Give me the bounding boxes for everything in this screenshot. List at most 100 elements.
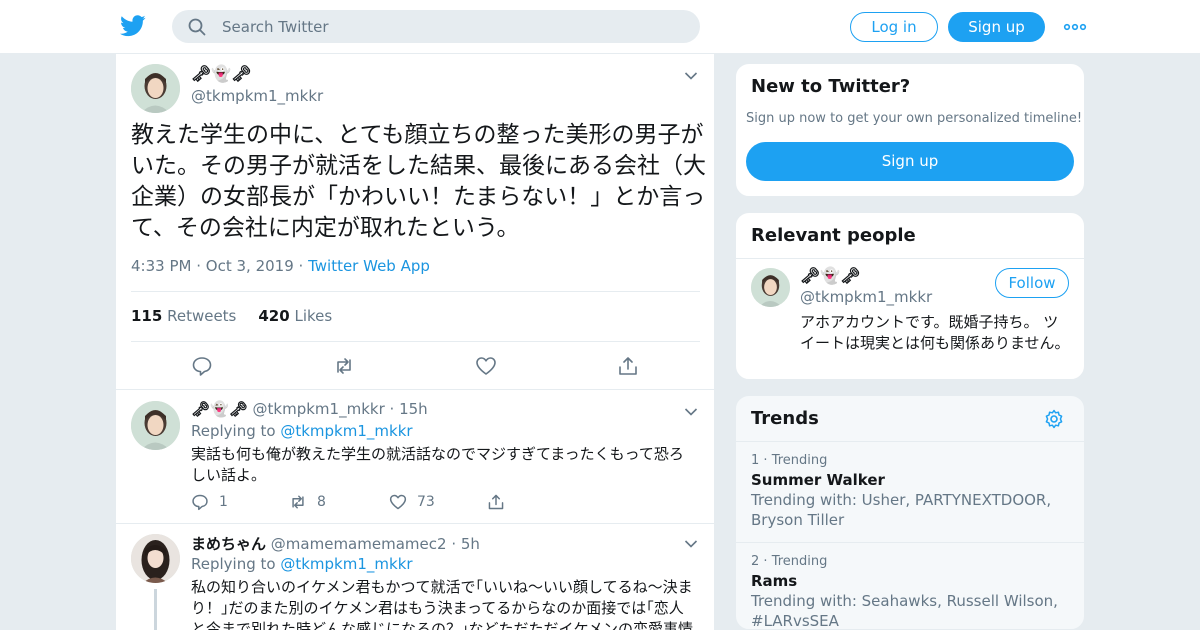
trend-with: Trending with: Usher, PARTYNEXTDOOR, Bry… xyxy=(751,491,1052,529)
reply-action-share[interactable] xyxy=(487,493,505,511)
new-to-twitter-card: New to Twitter? Sign up now to get your … xyxy=(735,63,1085,197)
avatar[interactable] xyxy=(131,401,180,450)
trends-title: Trends xyxy=(751,408,819,429)
tweet-source-link[interactable]: Twitter Web App xyxy=(308,257,430,275)
more-dots-icon[interactable] xyxy=(1063,18,1087,36)
meta-separator: · xyxy=(451,535,457,553)
new-to-twitter-subtitle: Sign up now to get your own personalized… xyxy=(746,111,1083,126)
reply-icon[interactable] xyxy=(191,355,213,377)
twitter-logo-icon[interactable] xyxy=(120,14,146,38)
reply-text: 私の知り合いのイケメン君もかつて就活で｢いいね〜いい顔してるね〜決まり！｣だのま… xyxy=(191,578,694,630)
login-button[interactable]: Log in xyxy=(850,12,938,42)
chevron-down-icon[interactable] xyxy=(684,539,698,549)
thread-line xyxy=(154,589,157,630)
reply-time[interactable]: 5h xyxy=(461,535,480,553)
reply-author-name[interactable]: まめちゃん xyxy=(191,535,266,553)
person-bio: アホアカウントです。既婚子持ち。 ツイートは現実とは何も関係ありません。 xyxy=(800,313,1070,352)
search-icon xyxy=(188,18,206,36)
avatar-image xyxy=(751,268,790,307)
avatar-image xyxy=(131,64,180,113)
reply-header: まめちゃん @mamemamemamec2 · 5h xyxy=(191,533,480,554)
avatar[interactable] xyxy=(131,64,180,113)
replying-to-link[interactable]: @tkmpkm1_mkkr xyxy=(280,555,412,573)
reply-icon xyxy=(192,494,208,511)
new-to-twitter-title: New to Twitter? xyxy=(751,76,911,97)
reply-author-name[interactable]: 🗝👻🗝 xyxy=(191,400,248,418)
reply-author-handle[interactable]: @tkmpkm1_mkkr xyxy=(253,400,385,418)
share-icon[interactable] xyxy=(617,355,639,377)
reply-header: 🗝👻🗝 @tkmpkm1_mkkr · 15h xyxy=(191,400,428,418)
like-count: 73 xyxy=(417,494,435,510)
avatar-image xyxy=(131,401,180,450)
gear-icon[interactable] xyxy=(1044,409,1064,429)
trend-rank-label: Trending xyxy=(771,554,828,569)
tweet-column: 🗝👻🗝 @tkmpkm1_mkkr 教えた学生の中に、とても顔立ちの整った美形の… xyxy=(115,54,715,630)
retweet-icon[interactable] xyxy=(333,355,355,377)
trend-name: Rams xyxy=(751,572,798,590)
trends-card: Trends 1 · Trending Summer Walker Trendi… xyxy=(735,395,1085,630)
retweet-icon xyxy=(292,495,304,509)
follow-button[interactable]: Follow xyxy=(995,268,1069,298)
reply-time[interactable]: 15h xyxy=(399,400,428,418)
chevron-down-icon[interactable] xyxy=(684,71,698,81)
reply-action-retweet[interactable]: 8 xyxy=(289,493,326,511)
reply-author-handle[interactable]: @mamemamemamec2 xyxy=(271,535,447,553)
trend-rank-number: 1 xyxy=(751,453,760,468)
likes-stat[interactable]: 420 Likes xyxy=(258,307,332,325)
trend-rank-label: Trending xyxy=(771,453,828,468)
trend-rank: 1 · Trending xyxy=(751,453,828,468)
retweets-label: Retweets xyxy=(167,307,237,325)
meta-separator: · xyxy=(196,257,206,275)
meta-separator: · xyxy=(389,400,395,418)
tweet-meta: 4:33 PM · Oct 3, 2019 · Twitter Web App xyxy=(131,257,430,275)
share-icon xyxy=(488,494,504,510)
replying-to-prefix: Replying to xyxy=(191,422,276,440)
avatar[interactable] xyxy=(131,534,180,583)
retweet-count: 8 xyxy=(317,494,326,510)
search-input[interactable] xyxy=(222,10,682,43)
tweet-author-name[interactable]: 🗝👻🗝 xyxy=(191,64,252,83)
like-icon[interactable] xyxy=(475,355,497,377)
replying-to: Replying to @tkmpkm1_mkkr xyxy=(191,555,413,573)
trend-item[interactable]: 2 · Trending Rams Trending with: Seahawk… xyxy=(751,554,1071,630)
card-divider xyxy=(736,441,1084,442)
retweets-stat[interactable]: 115 Retweets xyxy=(131,307,236,325)
likes-count: 420 xyxy=(258,307,290,325)
tweet-date[interactable]: Oct 3, 2019 xyxy=(206,257,294,275)
tweet-author-handle[interactable]: @tkmpkm1_mkkr xyxy=(191,87,323,105)
relevant-people-card: Relevant people 🗝👻🗝 @tkmpkm1_mkkr Follow… xyxy=(735,212,1085,380)
trend-item[interactable]: 1 · Trending Summer Walker Trending with… xyxy=(751,453,1071,530)
chevron-down-icon[interactable] xyxy=(684,407,698,417)
signup-button[interactable]: Sign up xyxy=(948,12,1045,42)
tweet-text: 教えた学生の中に、とても顔立ちの整った美形の男子がいた。その男子が就活をした結果… xyxy=(131,122,706,241)
reply-text: 実話も何も俺が教えた学生の就活話なのでマジすぎてまったくもって恐ろしい話よ。 xyxy=(191,445,684,484)
replying-to-prefix: Replying to xyxy=(191,555,276,573)
divider xyxy=(131,291,700,292)
likes-label: Likes xyxy=(294,307,333,325)
top-bar: Log in Sign up xyxy=(0,0,1200,54)
reply-action-like[interactable]: 73 xyxy=(389,493,435,511)
divider xyxy=(131,341,700,342)
search-box[interactable] xyxy=(172,10,700,43)
avatar[interactable] xyxy=(751,268,790,307)
retweets-count: 115 xyxy=(131,307,163,325)
trend-rank: 2 · Trending xyxy=(751,554,828,569)
tweet-time[interactable]: 4:33 PM xyxy=(131,257,191,275)
relevant-people-title: Relevant people xyxy=(751,225,916,246)
replying-to: Replying to @tkmpkm1_mkkr xyxy=(191,422,413,440)
row-separator xyxy=(116,389,714,390)
trend-divider xyxy=(736,542,1084,543)
replying-to-link[interactable]: @tkmpkm1_mkkr xyxy=(280,422,412,440)
card-divider xyxy=(736,258,1084,259)
tweet-stats: 115 Retweets 420 Likes xyxy=(131,307,332,325)
trend-name: Summer Walker xyxy=(751,471,885,489)
like-icon xyxy=(389,494,407,510)
person-name[interactable]: 🗝👻🗝 xyxy=(800,266,861,285)
trend-with: Trending with: Seahawks, Russell Wilson,… xyxy=(751,592,1058,630)
reply-action-reply[interactable]: 1 xyxy=(191,493,228,511)
reply-count: 1 xyxy=(219,494,228,510)
trend-rank-number: 2 xyxy=(751,554,760,569)
sidebar-signup-button[interactable]: Sign up xyxy=(746,142,1074,181)
row-separator xyxy=(116,523,714,524)
person-handle[interactable]: @tkmpkm1_mkkr xyxy=(800,288,932,306)
